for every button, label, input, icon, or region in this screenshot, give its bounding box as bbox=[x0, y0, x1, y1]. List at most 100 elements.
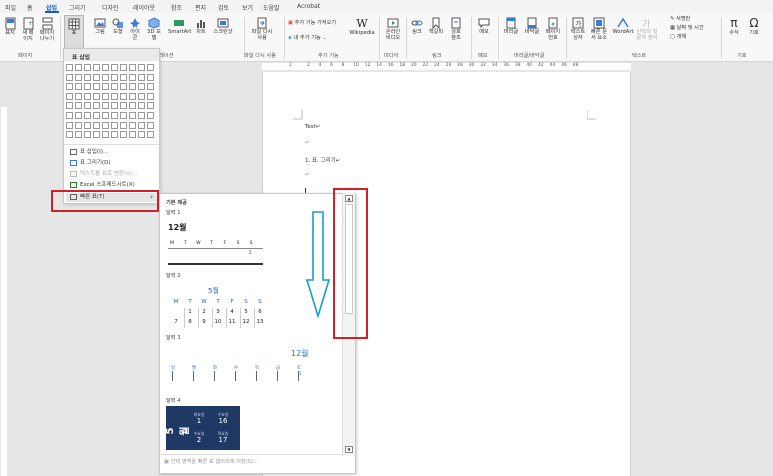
table-grid-cell[interactable] bbox=[102, 121, 109, 129]
table-grid-cell[interactable] bbox=[66, 73, 73, 81]
table-grid-cell[interactable] bbox=[138, 102, 145, 110]
my-addins-button[interactable]: ◈ 내 추가 기능 ⌄ bbox=[288, 35, 327, 42]
table-grid-cell[interactable] bbox=[129, 83, 136, 91]
table-grid-cell[interactable] bbox=[66, 121, 73, 129]
table-grid-cell[interactable] bbox=[75, 64, 82, 71]
equation-button[interactable]: π 수식 bbox=[725, 17, 743, 37]
table-grid-cell[interactable] bbox=[138, 112, 145, 119]
table-grid-cell[interactable] bbox=[147, 121, 154, 129]
tab-review[interactable]: 검토 bbox=[218, 3, 229, 12]
table-grid-cell[interactable] bbox=[111, 73, 118, 81]
table-grid-cell[interactable] bbox=[75, 102, 82, 110]
calendar-1-option[interactable]: 달력 1 12월 M T W T F S S 1 bbox=[164, 208, 264, 270]
get-addins-button[interactable]: ▣ 추가 기능 가져오기 bbox=[288, 20, 336, 27]
table-grid-cell[interactable] bbox=[138, 83, 145, 91]
table-grid-cell[interactable] bbox=[147, 73, 154, 81]
tab-home[interactable]: 홈 bbox=[27, 3, 33, 12]
tab-mailings[interactable]: 편지 bbox=[195, 3, 206, 12]
table-grid-cell[interactable] bbox=[102, 112, 109, 119]
online-video-button[interactable]: 온라인 비디오 bbox=[383, 17, 403, 41]
table-grid-cell[interactable] bbox=[138, 73, 145, 81]
table-grid-cell[interactable] bbox=[129, 112, 136, 119]
wordart-button[interactable]: WordArt bbox=[612, 17, 634, 35]
header-button[interactable]: 머리글 bbox=[502, 17, 520, 35]
table-grid-cell[interactable] bbox=[111, 64, 118, 71]
tab-draw[interactable]: 그리기 bbox=[69, 3, 86, 12]
table-grid-cell[interactable] bbox=[84, 121, 91, 129]
footer-button[interactable]: 바닥글 bbox=[523, 17, 541, 35]
table-grid-cell[interactable] bbox=[102, 83, 109, 91]
quick-parts-button[interactable]: 빠른 문서 요소 bbox=[589, 17, 609, 41]
table-grid-cell[interactable] bbox=[75, 83, 82, 91]
table-grid-cell[interactable] bbox=[138, 64, 145, 71]
text-box-button[interactable]: 가 텍스트 상자 bbox=[569, 17, 587, 41]
tab-design[interactable]: 디자인 bbox=[102, 3, 119, 12]
table-grid-cell[interactable] bbox=[84, 112, 91, 119]
table-grid-cell[interactable] bbox=[147, 102, 154, 110]
table-grid-cell[interactable] bbox=[129, 92, 136, 100]
tab-acrobat[interactable]: Acrobat bbox=[297, 3, 320, 10]
table-grid-cell[interactable] bbox=[129, 73, 136, 81]
table-grid-cell[interactable] bbox=[120, 112, 127, 119]
table-grid-cell[interactable] bbox=[102, 102, 109, 110]
vertical-ruler[interactable] bbox=[0, 71, 8, 476]
table-grid-cell[interactable] bbox=[147, 92, 154, 100]
drop-cap-button[interactable]: 가 단락의 첫 문자 장식 bbox=[636, 17, 658, 41]
table-size-grid[interactable] bbox=[66, 64, 157, 142]
calendar-2-option[interactable]: 달력 2 5월 M T W T F S S 1 2 3 4 5 6 7 8 9 10 11 12 13 bbox=[164, 272, 264, 332]
insert-table-item[interactable]: 표 삽입(I)... bbox=[70, 148, 108, 157]
table-grid-cell[interactable] bbox=[66, 64, 73, 71]
table-grid-cell[interactable] bbox=[120, 83, 127, 91]
table-grid-cell[interactable] bbox=[93, 102, 100, 110]
picture-button[interactable]: 그림 bbox=[92, 17, 108, 35]
table-grid-cell[interactable] bbox=[93, 121, 100, 129]
table-grid-cell[interactable] bbox=[102, 64, 109, 71]
calendar-4-option[interactable]: 달력 4 5월 화요일 1 수요일 16 수요일 2 목요일 17 bbox=[164, 396, 264, 456]
table-grid-cell[interactable] bbox=[102, 92, 109, 100]
reuse-file-button[interactable]: 파일 다시 사용 bbox=[250, 17, 274, 41]
table-grid-cell[interactable] bbox=[66, 131, 73, 139]
table-grid-cell[interactable] bbox=[147, 112, 154, 119]
table-grid-cell[interactable] bbox=[66, 83, 73, 91]
table-grid-cell[interactable] bbox=[138, 131, 145, 139]
table-grid-cell[interactable] bbox=[138, 92, 145, 100]
table-grid-cell[interactable] bbox=[120, 131, 127, 139]
table-grid-cell[interactable] bbox=[120, 102, 127, 110]
table-grid-cell[interactable] bbox=[111, 92, 118, 100]
new-page-button[interactable]: + 새 페이지 bbox=[20, 17, 36, 42]
table-grid-cell[interactable] bbox=[147, 83, 154, 91]
icons-button[interactable]: 아이콘 bbox=[128, 17, 142, 41]
table-grid-cell[interactable] bbox=[75, 112, 82, 119]
comment-button[interactable]: 메모 bbox=[476, 17, 492, 35]
table-grid-cell[interactable] bbox=[111, 131, 118, 139]
draw-table-item[interactable]: 표 그리기(D) bbox=[70, 159, 111, 168]
table-grid-cell[interactable] bbox=[84, 64, 91, 71]
table-grid-cell[interactable] bbox=[93, 112, 100, 119]
table-grid-cell[interactable] bbox=[84, 92, 91, 100]
table-grid-cell[interactable] bbox=[120, 92, 127, 100]
table-button[interactable]: 표 bbox=[64, 15, 84, 49]
table-grid-cell[interactable] bbox=[111, 112, 118, 119]
table-grid-cell[interactable] bbox=[75, 73, 82, 81]
table-grid-cell[interactable] bbox=[93, 64, 100, 71]
table-grid-cell[interactable] bbox=[102, 131, 109, 139]
excel-spreadsheet-item[interactable]: Excel 스프레드시트(X) bbox=[70, 181, 135, 190]
table-grid-cell[interactable] bbox=[75, 92, 82, 100]
table-grid-cell[interactable] bbox=[120, 73, 127, 81]
table-grid-cell[interactable] bbox=[84, 83, 91, 91]
table-grid-cell[interactable] bbox=[138, 121, 145, 129]
table-grid-cell[interactable] bbox=[66, 92, 73, 100]
table-grid-cell[interactable] bbox=[84, 131, 91, 139]
table-grid-cell[interactable] bbox=[129, 102, 136, 110]
link-button[interactable]: 링크 bbox=[410, 17, 424, 35]
table-grid-cell[interactable] bbox=[75, 131, 82, 139]
table-grid-cell[interactable] bbox=[129, 121, 136, 129]
tab-layout[interactable]: 레이아웃 bbox=[133, 3, 155, 12]
table-grid-cell[interactable] bbox=[111, 102, 118, 110]
tab-file[interactable]: 파일 bbox=[5, 3, 16, 12]
calendar-3-option[interactable]: 달력 3 12월 일 월 화 수 목 금 토1 bbox=[164, 332, 339, 384]
tab-view[interactable]: 보기 bbox=[242, 3, 253, 12]
table-grid-cell[interactable] bbox=[93, 92, 100, 100]
3d-models-button[interactable]: 3D 모델 bbox=[146, 17, 162, 41]
table-grid-cell[interactable] bbox=[111, 83, 118, 91]
